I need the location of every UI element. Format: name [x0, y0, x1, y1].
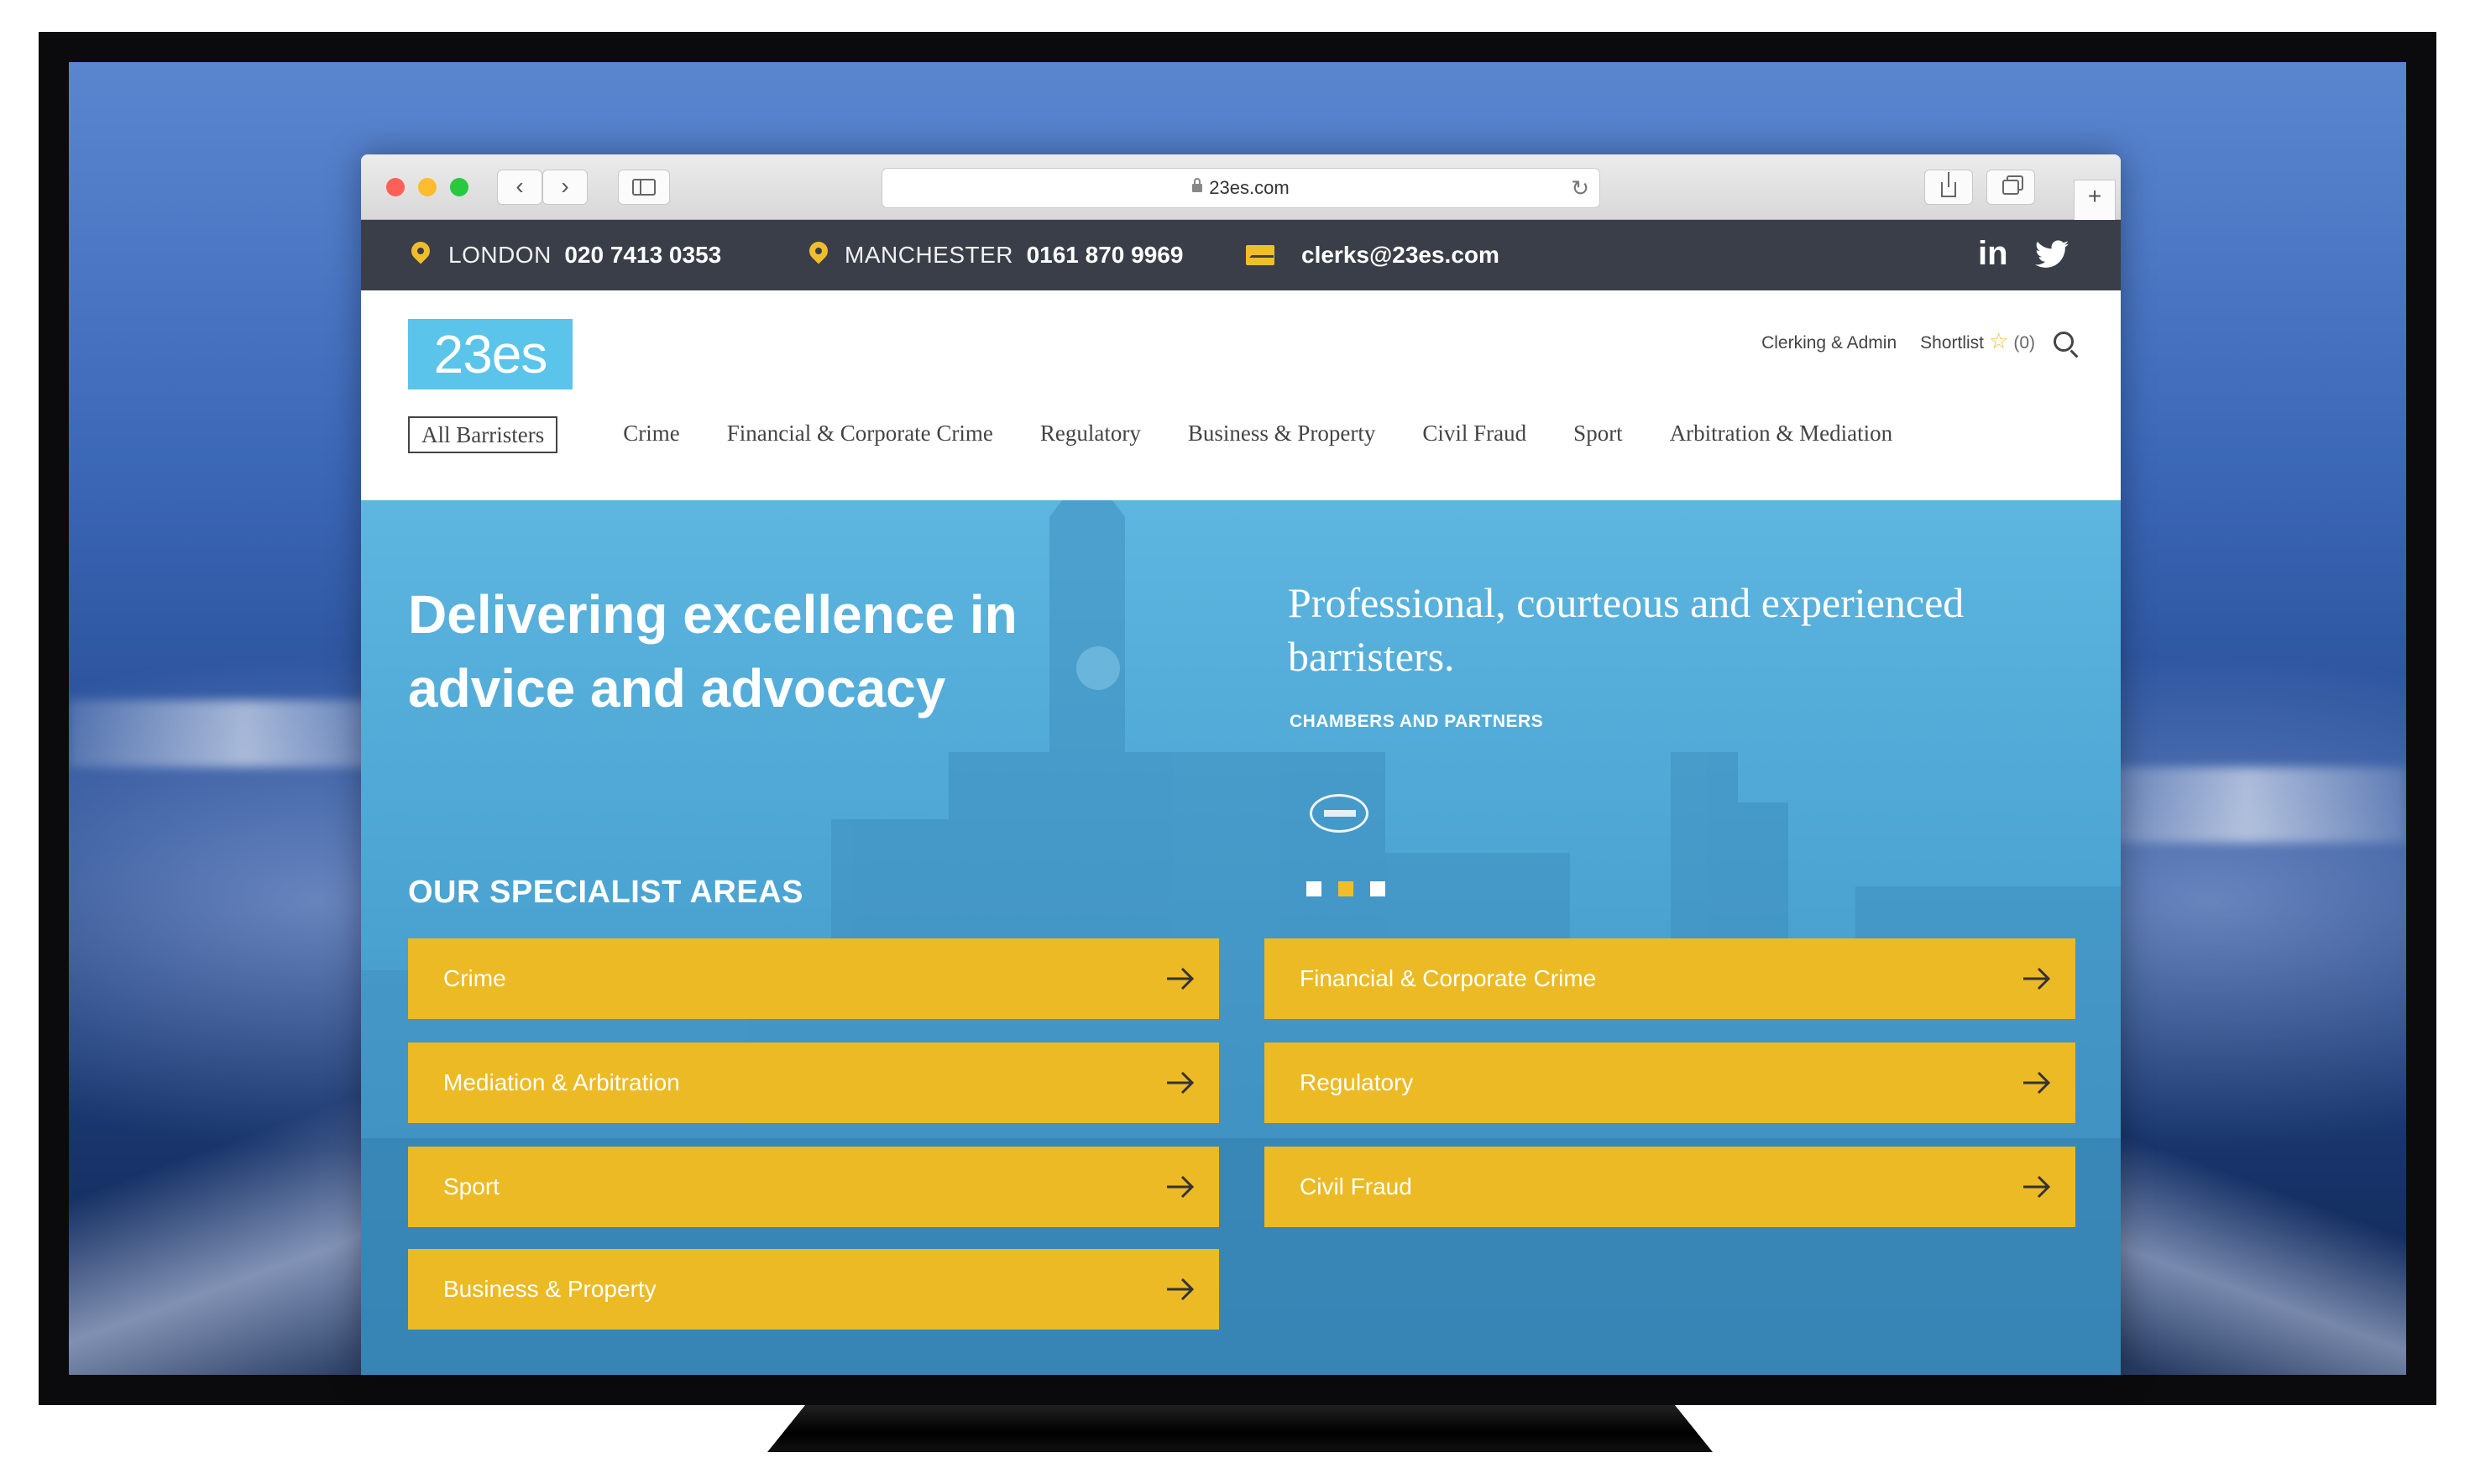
site-header: 23es Clerking & Admin Shortlist ☆ (0) All B… — [361, 290, 2121, 500]
nav-financial-corporate-crime[interactable]: Financial & Corporate Crime — [727, 416, 993, 453]
linkedin-icon[interactable]: in — [1978, 235, 2008, 273]
site-logo[interactable]: 23es — [408, 319, 573, 389]
nav-business-property[interactable]: Business & Property — [1188, 416, 1376, 453]
area-button-sport[interactable]: Sport — [408, 1147, 1219, 1227]
sidebar-toggle-button[interactable] — [618, 170, 670, 205]
lock-icon — [1192, 178, 1203, 193]
url-text: 23es.com — [1209, 177, 1290, 198]
london-contact[interactable]: LONDON 020 7413 0353 — [448, 220, 721, 290]
london-phone: 020 7413 0353 — [564, 242, 722, 268]
nav-sport[interactable]: Sport — [1573, 416, 1623, 453]
new-tab-button[interactable]: + — [2074, 180, 2116, 222]
area-label: Financial & Corporate Crime — [1300, 965, 1597, 991]
testimonial-quote: Professional, courteous and experienced … — [1288, 579, 1965, 680]
reload-icon[interactable]: ↻ — [1571, 169, 1589, 207]
arrow-right-icon — [1167, 1175, 1195, 1199]
specialist-areas-heading: OUR SPECIALIST AREAS — [408, 875, 803, 910]
area-button-mediation-arbitration[interactable]: Mediation & Arbitration — [408, 1042, 1219, 1123]
hero-section: Delivering excellence in advice and advo… — [361, 500, 2121, 1375]
tv-stand — [767, 1405, 1713, 1452]
arrow-right-icon — [2023, 967, 2051, 990]
slider-pagination — [1306, 881, 1402, 901]
hero-title: Delivering excellence in advice and advo… — [408, 584, 1018, 718]
tabs-icon — [2002, 180, 2019, 195]
shortlist-link[interactable]: Shortlist — [1920, 333, 1984, 353]
area-label: Civil Fraud — [1300, 1173, 1412, 1199]
area-label: Mediation & Arbitration — [443, 1069, 680, 1095]
area-button-crime[interactable]: Crime — [408, 938, 1219, 1019]
nav-arbitration-mediation[interactable]: Arbitration & Mediation — [1670, 416, 1892, 453]
area-button-civil-fraud[interactable]: Civil Fraud — [1264, 1147, 2075, 1227]
show-tabs-button[interactable] — [1986, 170, 2035, 205]
plus-icon: + — [2087, 183, 2102, 209]
nav-regulatory[interactable]: Regulatory — [1040, 416, 1141, 453]
award-badge-icon — [1310, 794, 1368, 833]
chevron-right-icon: › — [561, 173, 569, 199]
address-bar[interactable]: 23es.com ↻ — [882, 168, 1600, 208]
envelope-icon — [1246, 245, 1274, 265]
arrow-right-icon — [1167, 1071, 1195, 1095]
area-button-financial-corporate-crime[interactable]: Financial & Corporate Crime — [1264, 938, 2075, 1019]
slider-dot-active[interactable] — [1338, 881, 1353, 896]
arrow-right-icon — [1167, 967, 1195, 990]
slider-dot[interactable] — [1306, 881, 1321, 896]
location-pin-icon — [805, 238, 832, 264]
browser-window: ‹ › 23es.com ↻ + LONDON 020 7413 0353 MA… — [361, 154, 2121, 1375]
location-pin-icon — [407, 238, 434, 264]
area-label: Crime — [443, 965, 506, 991]
chevron-left-icon: ‹ — [515, 173, 524, 199]
shortlist-count: (0) — [2013, 333, 2035, 353]
forward-button[interactable]: › — [542, 170, 588, 205]
minimize-window-button[interactable] — [418, 178, 437, 196]
star-icon: ☆ — [1989, 328, 2009, 353]
email-link[interactable]: clerks@23es.com — [1301, 220, 1499, 290]
area-button-business-property[interactable]: Business & Property — [408, 1249, 1219, 1330]
nav-civil-fraud[interactable]: Civil Fraud — [1422, 416, 1526, 453]
arrow-right-icon — [2023, 1071, 2051, 1095]
slider-dot[interactable] — [1370, 881, 1385, 896]
area-label: Business & Property — [443, 1276, 657, 1302]
back-button[interactable]: ‹ — [497, 170, 542, 205]
main-navigation: All Barristers Crime Financial & Corporate… — [408, 416, 1892, 457]
area-label: Regulatory — [1300, 1069, 1414, 1095]
sidebar-icon — [632, 179, 656, 196]
fullscreen-window-button[interactable] — [450, 178, 468, 196]
email-text: clerks@23es.com — [1301, 242, 1499, 268]
utility-links: Clerking & Admin Shortlist ☆ (0) — [1738, 324, 2074, 358]
browser-toolbar: ‹ › 23es.com ↻ + — [361, 154, 2121, 222]
area-button-regulatory[interactable]: Regulatory — [1264, 1042, 2075, 1123]
nav-crime[interactable]: Crime — [623, 416, 680, 453]
share-button[interactable] — [1924, 170, 1973, 205]
manchester-label: MANCHESTER — [845, 242, 1014, 268]
share-icon — [1941, 172, 1956, 197]
clerking-admin-link[interactable]: Clerking & Admin — [1761, 333, 1897, 353]
contact-bar: LONDON 020 7413 0353 MANCHESTER 0161 870… — [361, 220, 2121, 290]
nav-all-barristers[interactable]: All Barristers — [408, 416, 558, 453]
close-window-button[interactable] — [386, 178, 405, 196]
search-icon[interactable] — [2054, 332, 2074, 352]
london-label: LONDON — [448, 242, 552, 268]
city-lights-right — [2087, 767, 2406, 843]
testimonial-source: CHAMBERS AND PARTNERS — [1290, 712, 1544, 731]
manchester-phone: 0161 870 9969 — [1026, 242, 1184, 268]
twitter-icon[interactable] — [2035, 240, 2069, 269]
area-label: Sport — [443, 1173, 500, 1199]
arrow-right-icon — [1167, 1278, 1195, 1301]
arrow-right-icon — [2023, 1175, 2051, 1199]
manchester-contact[interactable]: MANCHESTER 0161 870 9969 — [845, 220, 1183, 290]
